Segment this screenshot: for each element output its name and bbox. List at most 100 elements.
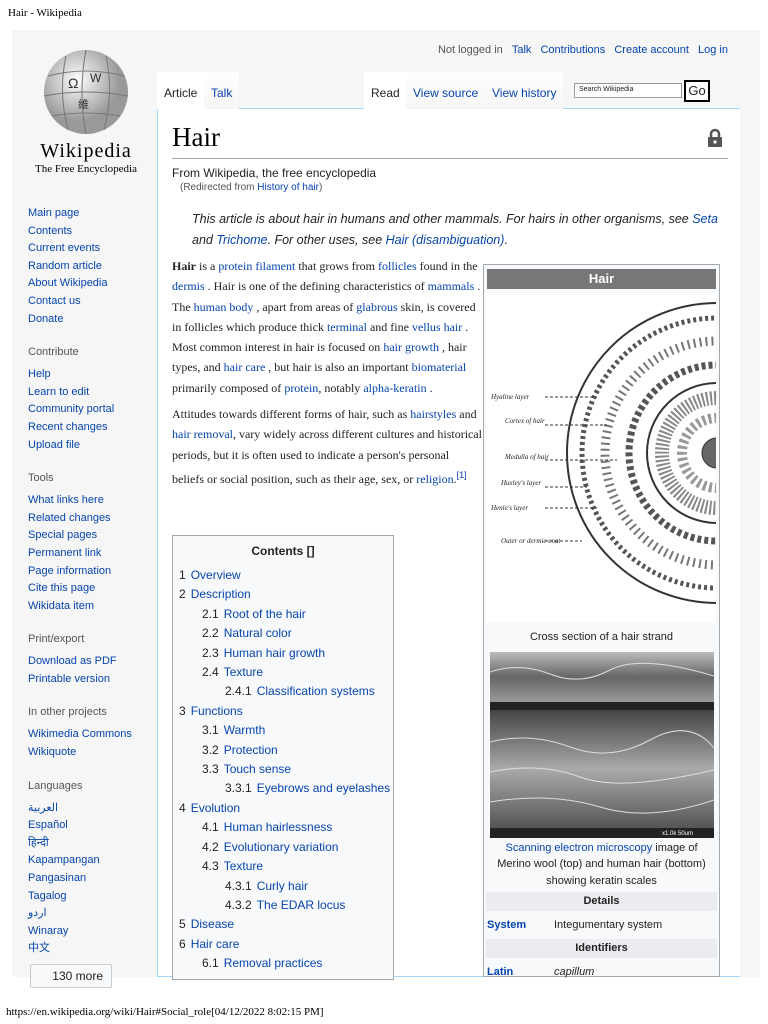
sem-link[interactable]: Scanning electron microscopy	[506, 842, 653, 854]
sidebar-item[interactable]: Recent changes	[28, 419, 153, 437]
sidebar-item[interactable]: Cite this page	[28, 580, 153, 598]
toc-item[interactable]: 3.3.1 Eyebrows and eyelashes	[179, 779, 390, 798]
toc-item[interactable]: 2.4.1 Classification systems	[179, 682, 387, 701]
toc-label[interactable]: Classification systems	[257, 684, 375, 698]
sidebar-item[interactable]: Tagalog	[28, 888, 153, 906]
tab-talk[interactable]: Talk	[204, 72, 240, 109]
tab-view-source[interactable]: View source	[406, 72, 486, 109]
sidebar-item[interactable]: Printable version	[28, 671, 153, 689]
inline-link[interactable]: Seta	[692, 212, 718, 226]
sidebar-item[interactable]: What links here	[28, 492, 153, 510]
tab-read[interactable]: Read	[364, 72, 407, 109]
toc-label[interactable]: Curly hair	[257, 879, 308, 893]
sidebar-item[interactable]: Español	[28, 817, 153, 835]
inline-link[interactable]: glabrous	[356, 300, 397, 314]
sidebar-item[interactable]: Donate	[28, 311, 153, 329]
toc-item[interactable]: 5 Disease	[179, 915, 387, 934]
inline-link[interactable]: protein filament	[218, 259, 295, 273]
sidebar-item[interactable]: Wikidata item	[28, 598, 153, 616]
toc-label[interactable]: Functions	[191, 704, 243, 718]
toc-label[interactable]: Description	[191, 587, 251, 601]
inline-link[interactable]: Trichome	[216, 233, 267, 247]
toc-title[interactable]: Contents []	[179, 544, 387, 558]
sidebar-item[interactable]: Contact us	[28, 293, 153, 311]
inline-link[interactable]: terminal	[327, 320, 367, 334]
toc-label[interactable]: Touch sense	[224, 762, 291, 776]
wikipedia-logo[interactable]: ΩW維 Wikipedia The Free Encyclopedia	[26, 46, 146, 181]
create-account-link[interactable]: Create account	[614, 44, 689, 56]
toc-label[interactable]: Protection	[224, 743, 278, 757]
toc-item[interactable]: 4.2 Evolutionary variation	[179, 838, 387, 857]
toc-label[interactable]: Texture	[224, 665, 263, 679]
toc-label[interactable]: Human hair growth	[224, 646, 325, 660]
toc-item[interactable]: 3 Functions	[179, 702, 387, 721]
toc-label[interactable]: Disease	[191, 917, 234, 931]
sidebar-item[interactable]: About Wikipedia	[28, 275, 153, 293]
tab-article[interactable]: Article	[157, 72, 205, 109]
talk-link[interactable]: Talk	[512, 44, 532, 56]
sidebar-item[interactable]: Main page	[28, 205, 153, 223]
inline-link[interactable]: hair removal	[172, 427, 233, 441]
inline-link[interactable]: dermis	[172, 279, 205, 293]
toc-item[interactable]: 2 Description	[179, 585, 387, 604]
latin-label[interactable]: Latin	[487, 961, 554, 983]
toc-label[interactable]: Evolution	[191, 801, 240, 815]
inline-link[interactable]: human body	[194, 300, 254, 314]
toc-item[interactable]: 3.1 Warmth	[179, 721, 387, 740]
toc-item[interactable]: 4 Evolution	[179, 799, 387, 818]
sidebar-item[interactable]: Community portal	[28, 401, 153, 419]
sidebar-item[interactable]: हिन्दी	[28, 835, 153, 853]
redirect-link[interactable]: History of hair	[257, 182, 319, 193]
sidebar-item[interactable]: Pangasinan	[28, 870, 153, 888]
sidebar-item[interactable]: Upload file	[28, 437, 153, 455]
toc-label[interactable]: Root of the hair	[224, 607, 306, 621]
sidebar-item[interactable]: 中文	[28, 940, 153, 958]
sidebar-item[interactable]: Contents	[28, 223, 153, 241]
sidebar-item[interactable]: Random article	[28, 258, 153, 276]
login-link[interactable]: Log in	[698, 44, 728, 56]
toc-item[interactable]: 3.3 Touch sense	[179, 760, 387, 779]
inline-link[interactable]: mammals	[428, 279, 475, 293]
inline-link[interactable]: Hair (disambiguation)	[386, 233, 505, 247]
sidebar-item[interactable]: Winaray	[28, 923, 153, 941]
toc-item[interactable]: 4.3.2 The EDAR locus	[179, 896, 387, 915]
toc-item[interactable]: 2.3 Human hair growth	[179, 644, 387, 663]
toc-label[interactable]: The EDAR locus	[257, 898, 346, 912]
system-label[interactable]: System	[487, 914, 554, 936]
inline-link[interactable]: religion	[416, 472, 453, 486]
sidebar-item[interactable]: Kapampangan	[28, 852, 153, 870]
sidebar-item[interactable]: Special pages	[28, 527, 153, 545]
toc-item[interactable]: 6.1 Removal practices	[179, 954, 387, 973]
toc-label[interactable]: Human hairlessness	[224, 820, 333, 834]
sidebar-item[interactable]: Permanent link	[28, 545, 153, 563]
search-input[interactable]: Search Wikipedia	[574, 83, 682, 98]
inline-link[interactable]: hair care	[224, 360, 266, 374]
sidebar-item[interactable]: اردو	[28, 905, 153, 923]
toc-item[interactable]: 6 Hair care	[179, 935, 387, 954]
inline-link[interactable]: protein	[284, 381, 318, 395]
sidebar-item[interactable]: Download as PDF	[28, 653, 153, 671]
contributions-link[interactable]: Contributions	[540, 44, 605, 56]
toc-item[interactable]: 3.2 Protection	[179, 741, 387, 760]
toc-item[interactable]: 4.3.1 Curly hair	[179, 877, 387, 896]
tab-view-history[interactable]: View history	[485, 72, 564, 109]
lock-icon[interactable]	[707, 128, 723, 148]
inline-link[interactable]: alpha-keratin	[363, 381, 426, 395]
sidebar-item[interactable]: Help	[28, 366, 153, 384]
sem-image[interactable]: x1.0k 50um	[489, 651, 714, 838]
toc-item[interactable]: 4.1 Human hairlessness	[179, 818, 387, 837]
inline-link[interactable]: hairstyles	[410, 407, 456, 421]
inline-link[interactable]: biomaterial	[412, 360, 467, 374]
toc-label[interactable]: Eyebrows and eyelashes	[257, 781, 390, 795]
toc-item[interactable]: 1 Overview	[179, 566, 387, 585]
toc-label[interactable]: Evolutionary variation	[224, 840, 339, 854]
toc-label[interactable]: Natural color	[224, 626, 292, 640]
sidebar-item[interactable]: Wikimedia Commons	[28, 726, 153, 744]
toc-item[interactable]: 4.3 Texture	[179, 857, 387, 876]
sidebar-item[interactable]: Learn to edit	[28, 384, 153, 402]
inline-link[interactable]: vellus hair	[412, 320, 462, 334]
toc-item[interactable]: 2.4 Texture	[179, 663, 387, 682]
toc-label[interactable]: Hair care	[191, 937, 240, 951]
toc-label[interactable]: Removal practices	[224, 956, 323, 970]
go-button[interactable]: Go	[684, 80, 710, 102]
